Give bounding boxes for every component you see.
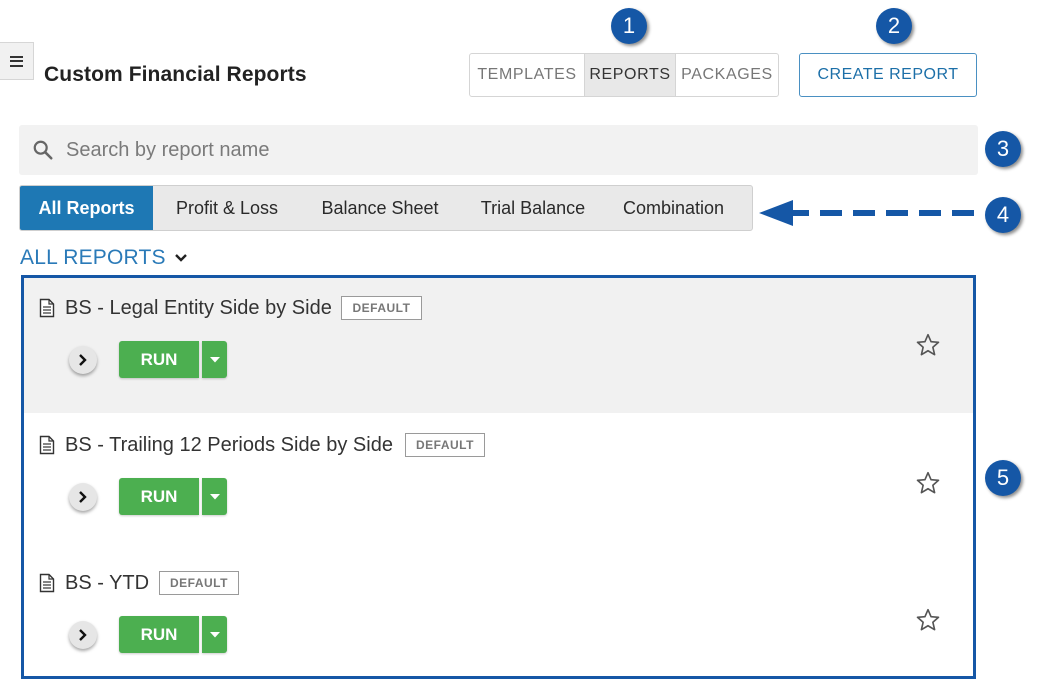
- report-name[interactable]: BS - Legal Entity Side by Side: [65, 297, 332, 320]
- callout-4: 4: [985, 197, 1021, 233]
- all-reports-dropdown[interactable]: ALL REPORTS: [20, 246, 188, 270]
- sidebar-toggle-button[interactable]: [0, 42, 34, 80]
- run-options-dropdown[interactable]: [202, 616, 227, 653]
- default-badge: DEFAULT: [341, 296, 422, 320]
- tab-packages[interactable]: PACKAGES: [675, 54, 778, 96]
- default-badge: DEFAULT: [159, 571, 239, 595]
- run-options-dropdown[interactable]: [202, 478, 227, 515]
- report-row: BS - Trailing 12 Periods Side by Side DE…: [24, 413, 973, 551]
- document-icon: [39, 298, 55, 318]
- expand-button[interactable]: [69, 621, 97, 649]
- chevron-right-icon: [79, 354, 87, 366]
- caret-down-icon: [209, 631, 220, 637]
- tab-templates[interactable]: TEMPLATES: [470, 54, 584, 96]
- search-icon: [33, 140, 53, 160]
- chevron-down-icon: [174, 254, 187, 262]
- favorite-star-icon[interactable]: [915, 607, 941, 633]
- document-icon: [39, 435, 55, 455]
- report-name[interactable]: BS - YTD: [65, 572, 149, 595]
- view-toggle: TEMPLATES REPORTS PACKAGES: [469, 53, 779, 97]
- document-icon: [39, 573, 55, 593]
- report-row: BS - YTD DEFAULT RUN: [24, 551, 973, 676]
- search-input[interactable]: [64, 125, 948, 175]
- favorite-star-icon[interactable]: [915, 332, 941, 358]
- expand-button[interactable]: [69, 346, 97, 374]
- run-button[interactable]: RUN: [119, 616, 199, 653]
- report-list: BS - Legal Entity Side by Side DEFAULT R…: [21, 275, 976, 679]
- run-options-dropdown[interactable]: [202, 341, 227, 378]
- report-name[interactable]: BS - Trailing 12 Periods Side by Side: [65, 434, 393, 457]
- expand-button[interactable]: [69, 483, 97, 511]
- page-title: Custom Financial Reports: [44, 63, 307, 86]
- chevron-right-icon: [79, 491, 87, 503]
- report-type-filter: All Reports Profit & Loss Balance Sheet …: [19, 185, 753, 231]
- callout-2: 2: [876, 8, 912, 44]
- run-button[interactable]: RUN: [119, 341, 199, 378]
- create-report-button[interactable]: CREATE REPORT: [799, 53, 977, 97]
- filter-tab-balance-sheet[interactable]: Balance Sheet: [301, 186, 459, 230]
- filter-tab-all-reports[interactable]: All Reports: [20, 186, 153, 230]
- tab-reports[interactable]: REPORTS: [584, 54, 675, 96]
- section-label: ALL REPORTS: [20, 246, 166, 269]
- callout-3: 3: [985, 131, 1021, 167]
- run-button[interactable]: RUN: [119, 478, 199, 515]
- default-badge: DEFAULT: [405, 433, 485, 457]
- arrow-left-icon: [759, 200, 985, 226]
- caret-down-icon: [209, 356, 220, 362]
- favorite-star-icon[interactable]: [915, 470, 941, 496]
- filter-tab-profit-loss[interactable]: Profit & Loss: [153, 186, 301, 230]
- callout-1: 1: [611, 8, 647, 44]
- menu-icon: [10, 55, 23, 67]
- chevron-right-icon: [79, 629, 87, 641]
- search-bar: [19, 125, 978, 175]
- callout-5: 5: [985, 460, 1021, 496]
- filter-tab-combination[interactable]: Combination: [607, 186, 740, 230]
- filter-tab-trial-balance[interactable]: Trial Balance: [459, 186, 607, 230]
- caret-down-icon: [209, 493, 220, 499]
- report-row: BS - Legal Entity Side by Side DEFAULT R…: [24, 278, 973, 413]
